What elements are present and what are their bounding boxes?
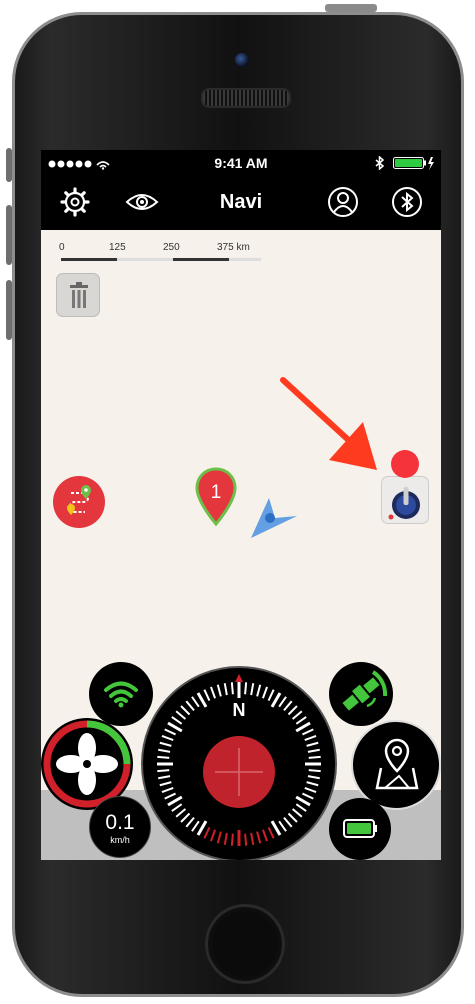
compass-tick	[250, 832, 255, 845]
compass-tick	[304, 735, 317, 741]
compass-tick	[244, 682, 248, 695]
compass-tick	[223, 683, 228, 696]
compass-tick	[196, 820, 208, 836]
page-title: Navi	[219, 191, 263, 213]
compass-tick	[210, 686, 216, 699]
compass-tick	[164, 792, 176, 800]
compass-tick	[306, 781, 319, 787]
compass-tick	[270, 820, 282, 836]
compass-tick	[167, 721, 183, 733]
compass-tick	[164, 728, 176, 736]
scale-label: 250	[163, 242, 180, 253]
map-pin-icon	[375, 738, 419, 790]
map-pin-button[interactable]	[351, 720, 441, 810]
battery-icon	[343, 819, 377, 838]
compass-tick	[302, 728, 314, 736]
compass-tick	[230, 833, 234, 846]
screen: 9:41 AM Navi 0 125 250 375 km 1 0.1 km/h…	[41, 150, 441, 860]
compass-tick	[157, 769, 170, 773]
speed-indicator: 0.1 km/h	[89, 796, 151, 858]
compass-tick	[180, 812, 191, 823]
compass-tick	[308, 769, 321, 773]
route-icon	[67, 485, 91, 515]
front-camera	[235, 53, 249, 67]
scale-label: 375 km	[217, 242, 250, 253]
compass-tick	[244, 833, 248, 846]
compass-tick	[262, 686, 268, 699]
compass-tick	[185, 816, 195, 828]
compass-tick	[256, 831, 262, 844]
bluetooth-status-icon	[375, 156, 385, 170]
home-button[interactable]	[205, 904, 285, 984]
bluetooth-icon[interactable]	[391, 186, 423, 218]
speed-value: 0.1	[105, 811, 135, 834]
compass-tick	[210, 829, 216, 842]
nav-bar: Navi	[41, 176, 441, 232]
compass-tick	[203, 689, 211, 701]
compass-tick	[283, 816, 293, 828]
compass-tick	[295, 721, 311, 733]
map-scale-bar: 0 125 250 375 km	[59, 242, 279, 268]
compass-tick	[216, 831, 222, 844]
compass-tick	[287, 812, 298, 823]
power-button	[325, 4, 377, 12]
compass-tick	[158, 748, 171, 753]
compass-tick	[230, 682, 234, 695]
joystick-knob[interactable]	[391, 450, 419, 478]
compass-tick	[203, 827, 211, 839]
trash-icon	[70, 282, 88, 308]
compass-tick	[307, 775, 320, 780]
battery-charging-icon	[393, 157, 434, 170]
compass-tick	[171, 803, 183, 812]
compass-dial	[157, 674, 321, 846]
joystick-icon	[388, 487, 420, 520]
volume-up-button	[6, 205, 12, 265]
compass-tick	[157, 755, 170, 759]
annotation-arrow-icon	[280, 377, 377, 470]
mute-switch	[6, 148, 12, 182]
compass-tick	[223, 832, 228, 845]
clear-button[interactable]	[56, 273, 100, 317]
compass-tick	[295, 803, 307, 812]
user-icon[interactable]	[327, 186, 359, 218]
wifi-icon	[104, 681, 138, 708]
waypoint-label: 1	[210, 482, 222, 503]
compass-tick	[191, 820, 200, 832]
compass-tick	[306, 741, 319, 747]
compass-tick	[159, 741, 172, 747]
scale-label: 125	[109, 242, 126, 253]
compass-button[interactable]: N	[141, 666, 337, 860]
battery-indicator	[329, 798, 391, 860]
compass-tick	[304, 787, 317, 793]
volume-down-button	[6, 280, 12, 340]
compass-tick	[308, 755, 321, 759]
speed-unit: km/h	[110, 835, 130, 845]
compass-tick	[216, 684, 222, 697]
compass-tick	[167, 795, 183, 807]
joystick-button[interactable]	[381, 476, 429, 524]
compass-tick	[267, 827, 275, 839]
compass-tick	[250, 683, 255, 696]
compass-tick	[161, 735, 174, 741]
compass-tick	[278, 820, 287, 832]
compass-tick	[159, 781, 172, 787]
compass-tick	[158, 775, 171, 780]
gps-button[interactable]	[329, 662, 393, 726]
compass-tick	[307, 748, 320, 753]
compass-tick	[291, 808, 303, 818]
satellite-icon	[342, 670, 388, 711]
earpiece-speaker	[201, 88, 291, 108]
compass-tick	[175, 808, 187, 818]
compass-tick	[302, 792, 314, 800]
compass-tick	[295, 795, 311, 807]
compass-tick	[161, 787, 174, 793]
current-position-icon	[251, 498, 297, 538]
scale-label: 0	[59, 242, 65, 253]
compass-tick	[267, 689, 275, 701]
compass-tick	[256, 684, 262, 697]
status-bar: 9:41 AM	[41, 150, 441, 176]
route-button[interactable]	[53, 476, 105, 528]
compass-north-label: N	[232, 700, 246, 720]
compass-tick	[262, 829, 268, 842]
